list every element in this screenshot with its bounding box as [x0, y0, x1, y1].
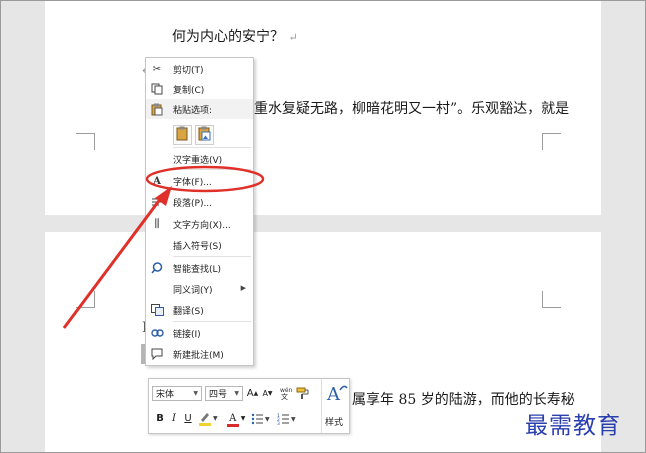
- annotation-arrow: [62, 197, 163, 329]
- watermark-logo: 最需教育: [525, 413, 621, 439]
- annotation-ellipse: [145, 165, 265, 193]
- annotation-overlay: [62, 165, 265, 329]
